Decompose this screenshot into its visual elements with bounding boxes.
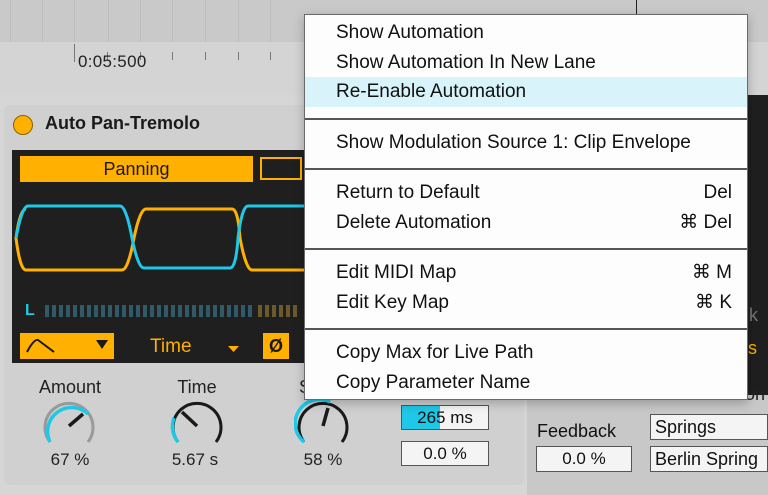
menu-separator: [305, 328, 747, 330]
reverb-side-label: k: [749, 305, 758, 325]
shape-wave-icon: [26, 338, 55, 353]
time-knob-label: Time: [177, 377, 217, 397]
amount-value: 67 %: [50, 450, 90, 469]
menu-item-show-automation[interactable]: Show Automation: [305, 18, 747, 48]
device-on-toggle[interactable]: [13, 115, 33, 135]
menu-separator: [305, 168, 747, 170]
feedback-field[interactable]: 0.0 %: [536, 446, 632, 472]
reverb-device: [527, 395, 768, 495]
ms-field-value: 265 ms: [417, 408, 473, 427]
third-knob[interactable]: [294, 398, 352, 450]
feedback-label: Feedback: [537, 421, 617, 441]
chevron-down-icon: [96, 340, 108, 349]
menu-item-edit-midi-map[interactable]: Edit MIDI Map ⌘ M: [305, 258, 747, 288]
reverb-partial-label: on: [745, 384, 766, 404]
menu-item-delete-automation[interactable]: Delete Automation ⌘ Del: [305, 208, 747, 238]
menu-item-edit-key-map[interactable]: Edit Key Map ⌘ K: [305, 288, 747, 318]
menu-item-show-automation-new-lane[interactable]: Show Automation In New Lane: [305, 48, 747, 78]
amount-knob-label: Amount: [38, 377, 102, 397]
menu-item-show-modulation-source[interactable]: Show Modulation Source 1: Clip Envelope: [305, 128, 747, 158]
rate-mode-dropdown[interactable]: Time: [150, 336, 192, 358]
lfo-waveform: [14, 204, 304, 272]
panning-mode-button[interactable]: Panning: [20, 156, 253, 182]
menu-item-copy-max-path[interactable]: Copy Max for Live Path: [305, 338, 747, 368]
menu-item-copy-parameter-name[interactable]: Copy Parameter Name: [305, 368, 747, 398]
meter-left-label: L: [25, 302, 35, 319]
context-menu: Show Automation Show Automation In New L…: [304, 14, 748, 400]
time-value: 5.67 s: [171, 450, 219, 469]
menu-separator: [305, 248, 747, 250]
phase-invert-button[interactable]: Ø: [263, 333, 289, 359]
menu-separator: [305, 118, 747, 120]
level-meter: [45, 305, 297, 317]
time-marker-label: 0:05:500: [78, 52, 147, 71]
reverb-preset-dropdown[interactable]: Berlin Spring: [650, 446, 768, 472]
time-knob[interactable]: [168, 398, 226, 450]
third-knob-value: 58 %: [303, 450, 343, 469]
offset-field[interactable]: 0.0 %: [401, 441, 489, 466]
chevron-down-icon: [228, 346, 239, 352]
menu-item-return-to-default[interactable]: Return to Default Del: [305, 178, 747, 208]
tremolo-mode-button[interactable]: [260, 157, 302, 180]
menu-item-re-enable-automation[interactable]: Re-Enable Automation: [305, 77, 747, 107]
reverb-side-label-2: s: [748, 338, 757, 358]
amount-knob[interactable]: [40, 398, 98, 450]
device-name: Auto Pan-Tremolo: [45, 113, 201, 133]
reverb-type-dropdown[interactable]: Springs: [650, 414, 768, 440]
